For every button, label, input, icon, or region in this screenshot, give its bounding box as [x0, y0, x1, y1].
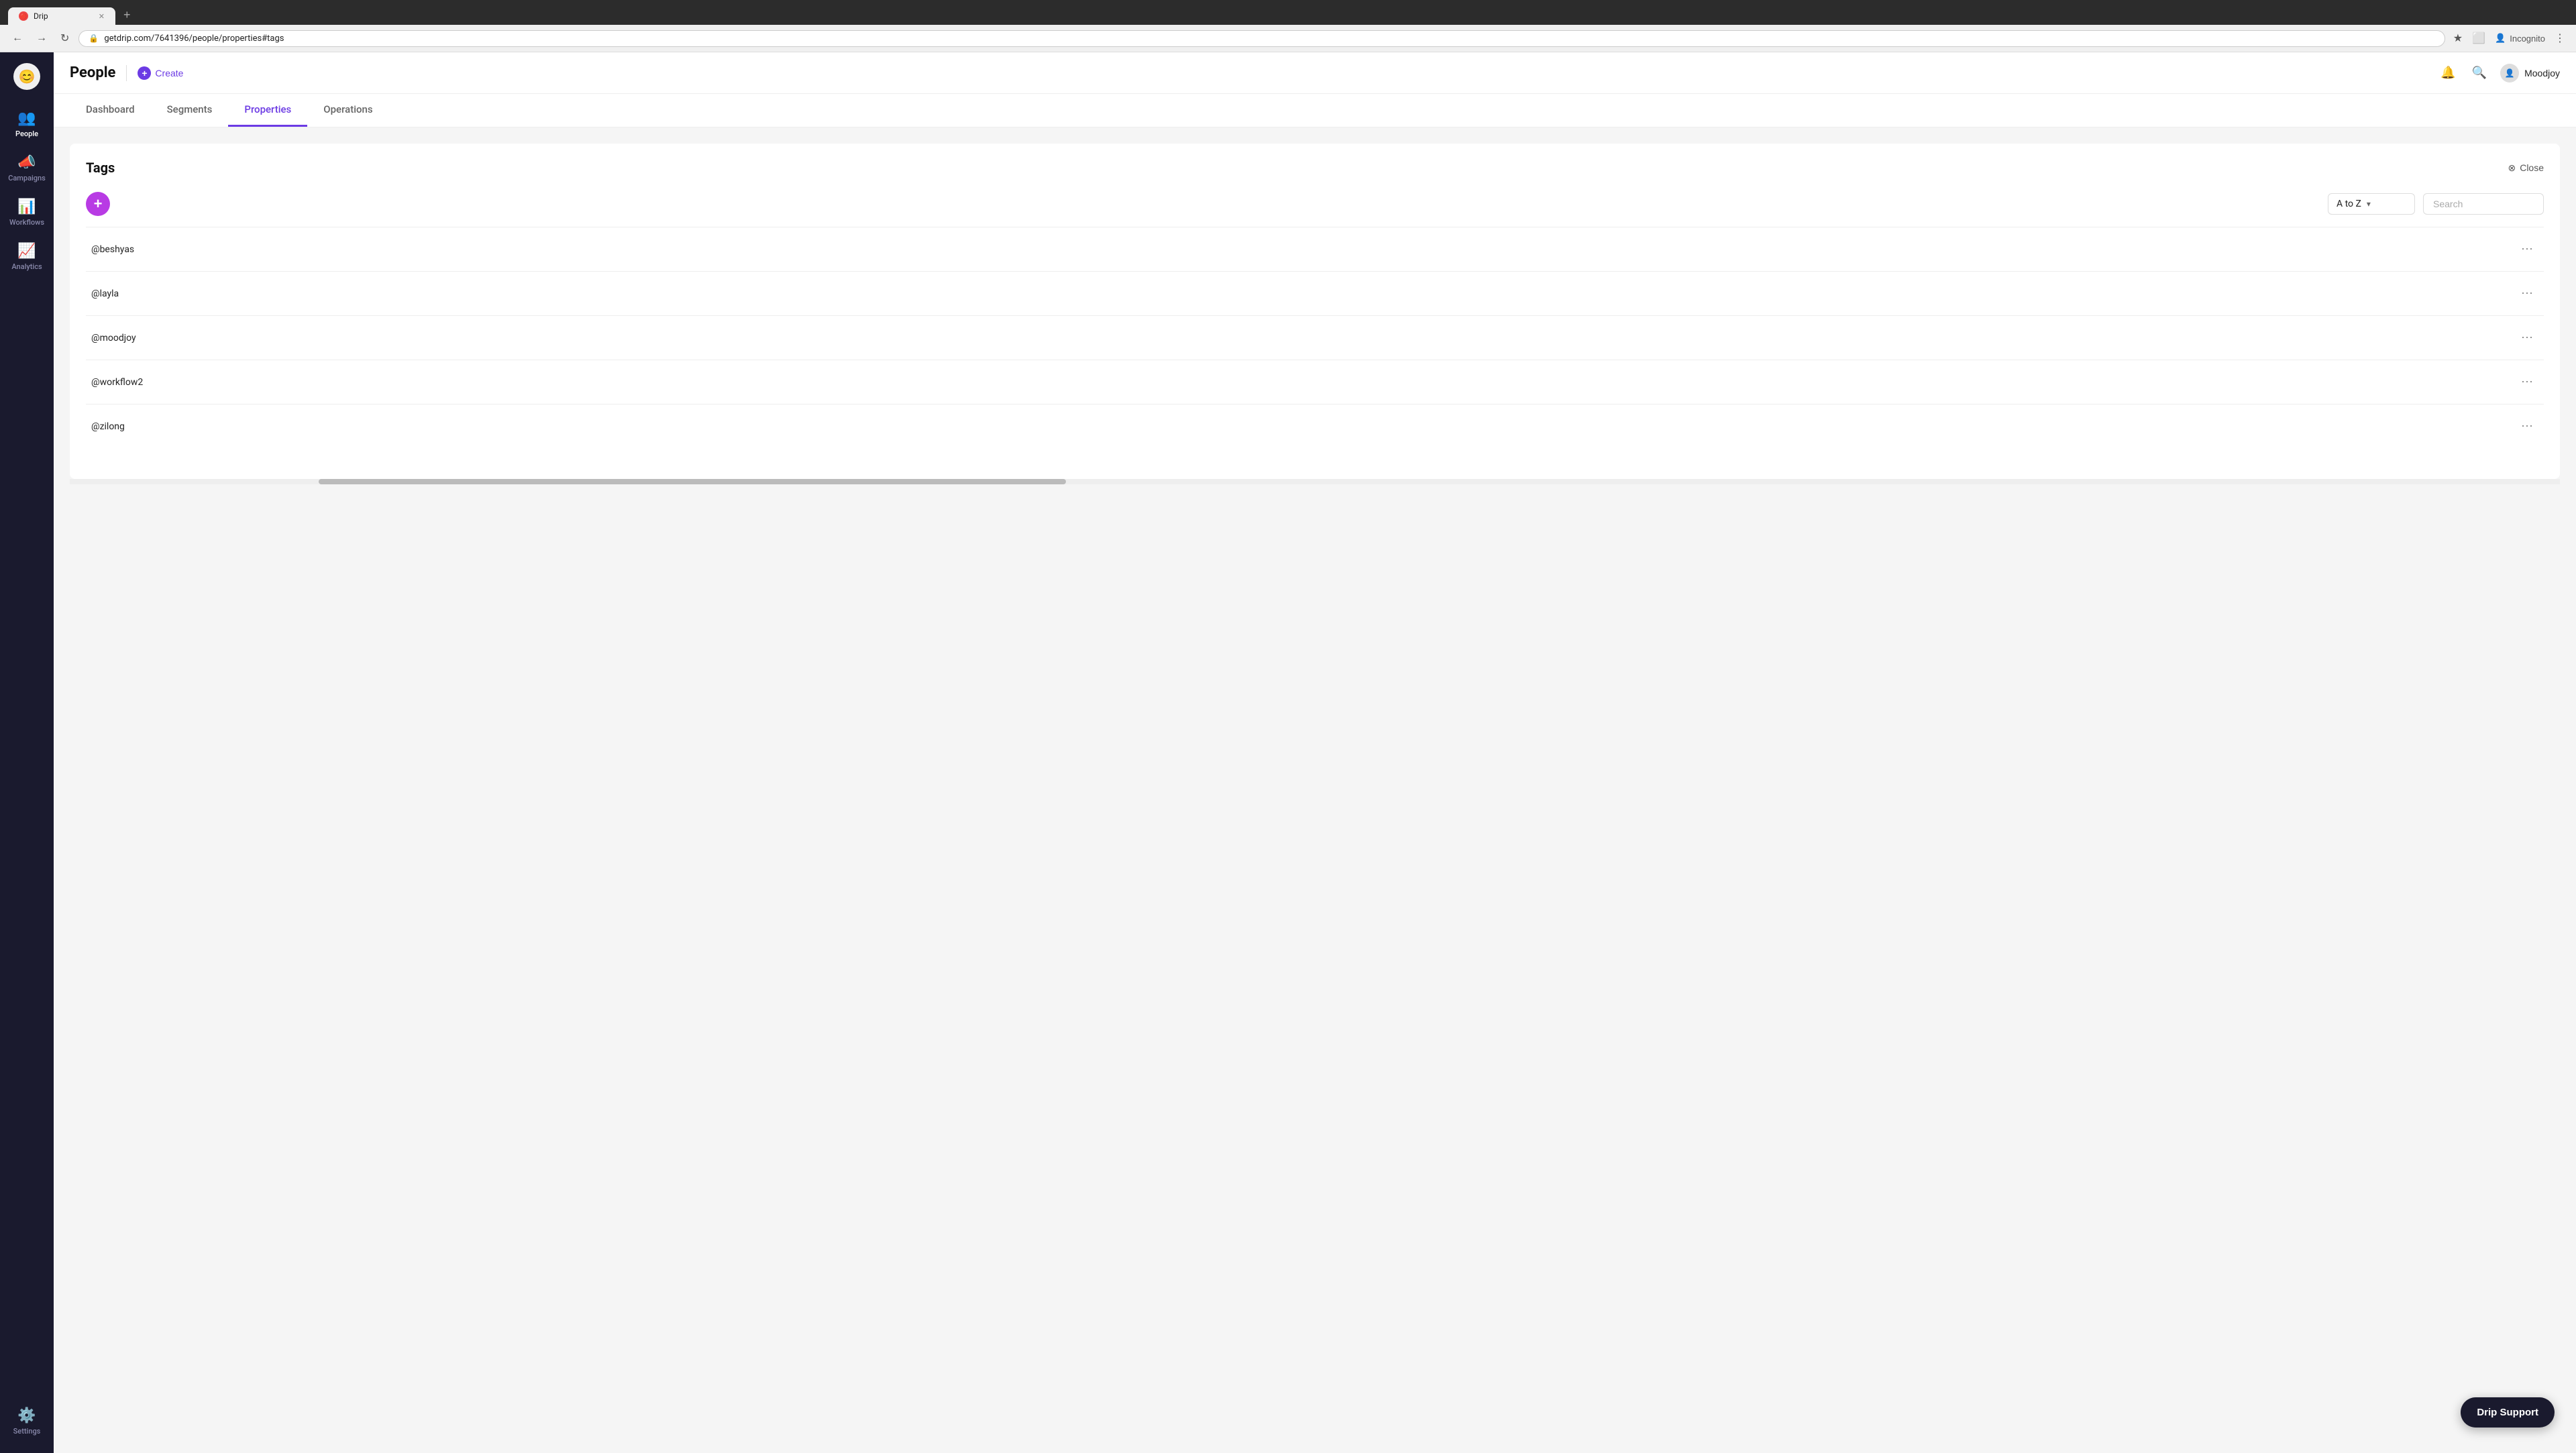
bookmark-icon[interactable]: ★ [2451, 29, 2465, 48]
sidebar-item-label: Analytics [11, 262, 42, 271]
logo-icon: 😊 [19, 68, 36, 85]
header: People + Create 🔔 🔍 👤 Moodjoy [54, 52, 2576, 94]
table-row: @beshyas ⋯ [86, 227, 2544, 272]
chevron-down-icon: ▾ [2367, 199, 2371, 209]
people-icon: 👥 [17, 110, 36, 127]
analytics-icon: 📈 [17, 243, 36, 260]
nav-tabs: Dashboard Segments Properties Operations [54, 94, 2576, 127]
drip-support-label: Drip Support [2477, 1407, 2538, 1418]
tag-name: @moodjoy [91, 333, 2516, 343]
user-circle-icon: 👤 [2495, 33, 2506, 44]
user-name: Moodjoy [2524, 68, 2560, 78]
tab-close-button[interactable]: ✕ [99, 12, 105, 21]
workflows-icon: 📊 [17, 199, 36, 215]
url-text: getdrip.com/7641396/people/properties#ta… [104, 34, 284, 44]
sort-value: A to Z [2337, 199, 2361, 209]
tag-menu-button[interactable]: ⋯ [2516, 328, 2538, 347]
tab-segments[interactable]: Segments [151, 94, 229, 127]
sidebar-item-label: People [15, 129, 38, 138]
sidebar: 😊 👥 People 📣 Campaigns 📊 Workflows 📈 Ana… [0, 52, 54, 1453]
drip-support-button[interactable]: Drip Support [2461, 1397, 2555, 1428]
add-tag-button[interactable]: + [86, 192, 110, 216]
close-icon: ⊗ [2508, 162, 2516, 174]
tag-name: @workflow2 [91, 377, 2516, 388]
notification-button[interactable]: 🔔 [2438, 63, 2458, 83]
settings-icon: ⚙️ [17, 1407, 36, 1424]
campaigns-icon: 📣 [17, 154, 36, 171]
tags-title: Tags [86, 160, 115, 176]
nav-refresh-button[interactable]: ↻ [56, 30, 73, 46]
tag-name: @zilong [91, 421, 2516, 432]
sidebar-item-people[interactable]: 👥 People [3, 103, 50, 145]
sidebar-item-campaigns[interactable]: 📣 Campaigns [3, 148, 50, 189]
tab-operations[interactable]: Operations [307, 94, 388, 127]
nav-back-button[interactable]: ← [8, 31, 27, 46]
sidebar-item-label: Campaigns [8, 174, 46, 182]
tab-properties[interactable]: Properties [228, 94, 307, 127]
table-row: @moodjoy ⋯ [86, 316, 2544, 360]
extensions-icon[interactable]: ⬜ [2469, 29, 2488, 48]
tab-dashboard[interactable]: Dashboard [70, 94, 151, 127]
create-button[interactable]: + Create [138, 66, 183, 80]
search-button[interactable]: 🔍 [2469, 63, 2489, 83]
table-row: @layla ⋯ [86, 272, 2544, 316]
content-area: Tags ⊗ Close + A to Z ▾ [54, 127, 2576, 1453]
app-logo[interactable]: 😊 [13, 63, 40, 90]
tag-menu-button[interactable]: ⋯ [2516, 239, 2538, 259]
tags-toolbar: + A to Z ▾ [86, 192, 2544, 216]
active-tab[interactable]: 🔴 Drip ✕ [8, 7, 115, 25]
page-title: People [70, 64, 115, 81]
scrollbar-thumb[interactable] [319, 479, 1066, 484]
new-tab-button[interactable]: + [118, 5, 136, 25]
sidebar-settings-label: Settings [13, 1427, 41, 1436]
tag-list: @beshyas ⋯ @layla ⋯ @moodjoy ⋯ @workflow… [86, 227, 2544, 448]
sort-dropdown[interactable]: A to Z ▾ [2328, 193, 2415, 215]
tags-header: Tags ⊗ Close [86, 160, 2544, 176]
address-bar[interactable]: 🔒 getdrip.com/7641396/people/properties#… [78, 30, 2445, 47]
search-input-wrap [2423, 193, 2544, 215]
tag-menu-button[interactable]: ⋯ [2516, 417, 2538, 436]
menu-icon[interactable]: ⋮ [2552, 29, 2568, 48]
create-label: Create [155, 68, 183, 78]
tag-menu-button[interactable]: ⋯ [2516, 372, 2538, 392]
main-content: People + Create 🔔 🔍 👤 Moodjoy Dashboard [54, 52, 2576, 1453]
tags-container: Tags ⊗ Close + A to Z ▾ [70, 144, 2560, 479]
nav-forward-button[interactable]: → [32, 31, 51, 46]
incognito-button[interactable]: 👤 Incognito [2492, 30, 2548, 46]
avatar: 👤 [2500, 64, 2519, 83]
tag-name: @layla [91, 288, 2516, 299]
header-divider [126, 65, 127, 81]
horizontal-scrollbar[interactable] [70, 479, 2560, 484]
user-menu-button[interactable]: 👤 Moodjoy [2500, 64, 2560, 83]
table-row: @zilong ⋯ [86, 405, 2544, 448]
tag-menu-button[interactable]: ⋯ [2516, 284, 2538, 303]
sidebar-item-label: Workflows [9, 218, 44, 227]
close-button[interactable]: ⊗ Close [2508, 162, 2544, 174]
sidebar-item-workflows[interactable]: 📊 Workflows [3, 192, 50, 233]
tab-favicon: 🔴 [19, 11, 28, 21]
table-row: @workflow2 ⋯ [86, 360, 2544, 405]
sidebar-item-analytics[interactable]: 📈 Analytics [3, 236, 50, 278]
search-input[interactable] [2423, 193, 2544, 215]
sidebar-item-settings[interactable]: ⚙️ Settings [3, 1401, 50, 1442]
tag-name: @beshyas [91, 244, 2516, 255]
plus-circle-icon: + [138, 66, 151, 80]
lock-icon: 🔒 [89, 34, 99, 43]
tab-title: Drip [34, 11, 93, 21]
